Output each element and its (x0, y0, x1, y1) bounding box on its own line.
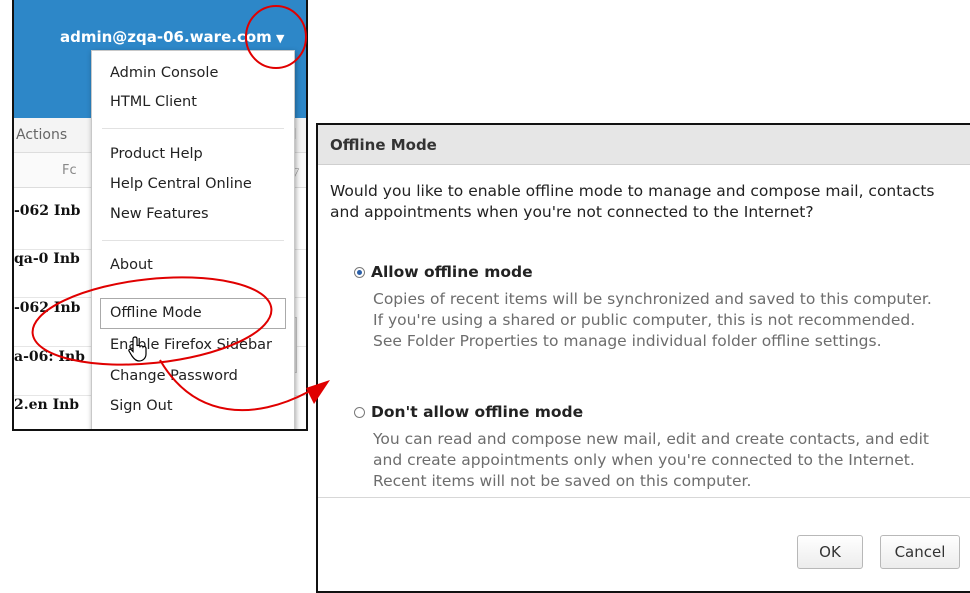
deny-offline-option[interactable]: Don't allow offline mode (354, 403, 583, 421)
allow-offline-label[interactable]: Allow offline mode (371, 263, 533, 281)
message-row-text: a-06: Inb (14, 349, 85, 365)
message-row-text: -062 Inb (14, 300, 81, 316)
menu-item-about[interactable]: About (110, 257, 153, 273)
menu-item-admin-console[interactable]: Admin Console (110, 65, 218, 81)
account-dropdown-menu: Admin Console HTML Client Product Help H… (91, 50, 295, 429)
hand-cursor-icon (128, 336, 147, 362)
menu-item-change-password[interactable]: Change Password (110, 368, 238, 384)
user-account-name[interactable]: admin@zqa-06.ware.com (60, 28, 272, 46)
message-row-text: 2.en Inb (14, 397, 80, 413)
menu-item-help-central-online[interactable]: Help Central Online (110, 176, 252, 192)
menu-item-sign-out[interactable]: Sign Out (110, 398, 173, 414)
account-menu-caret-icon[interactable]: ▼ (276, 32, 284, 45)
allow-offline-option[interactable]: Allow offline mode (354, 263, 533, 281)
menu-divider (102, 128, 284, 129)
column-header-from[interactable]: Fc (62, 163, 77, 178)
message-row-text: -062 Inb (14, 203, 81, 219)
deny-offline-description: You can read and compose new mail, edit … (373, 430, 930, 490)
dialog-question: Would you like to enable offline mode to… (330, 182, 935, 221)
deny-offline-radio[interactable] (354, 407, 365, 418)
menu-item-new-features[interactable]: New Features (110, 206, 209, 222)
ok-button[interactable]: OK (797, 535, 863, 569)
menu-divider (102, 240, 284, 241)
actions-menu[interactable]: Actions (16, 127, 67, 143)
cancel-button[interactable]: Cancel (880, 535, 960, 569)
menu-item-html-client[interactable]: HTML Client (110, 94, 197, 110)
menu-item-product-help[interactable]: Product Help (110, 146, 203, 162)
deny-offline-label[interactable]: Don't allow offline mode (371, 403, 583, 421)
dialog-footer-divider (318, 497, 970, 498)
mail-app-screenshot: admin@zqa-06.ware.com ▼ Actions ad Fc ▽ … (12, 0, 308, 431)
allow-offline-radio[interactable] (354, 267, 365, 278)
dialog-title: Offline Mode (318, 125, 970, 165)
offline-mode-dialog: Offline Mode Would you like to enable of… (316, 123, 970, 593)
allow-offline-description: Copies of recent items will be synchroni… (373, 290, 932, 350)
message-row-text: qa-0 Inb (14, 251, 80, 267)
menu-item-offline-mode[interactable]: Offline Mode (110, 305, 202, 321)
